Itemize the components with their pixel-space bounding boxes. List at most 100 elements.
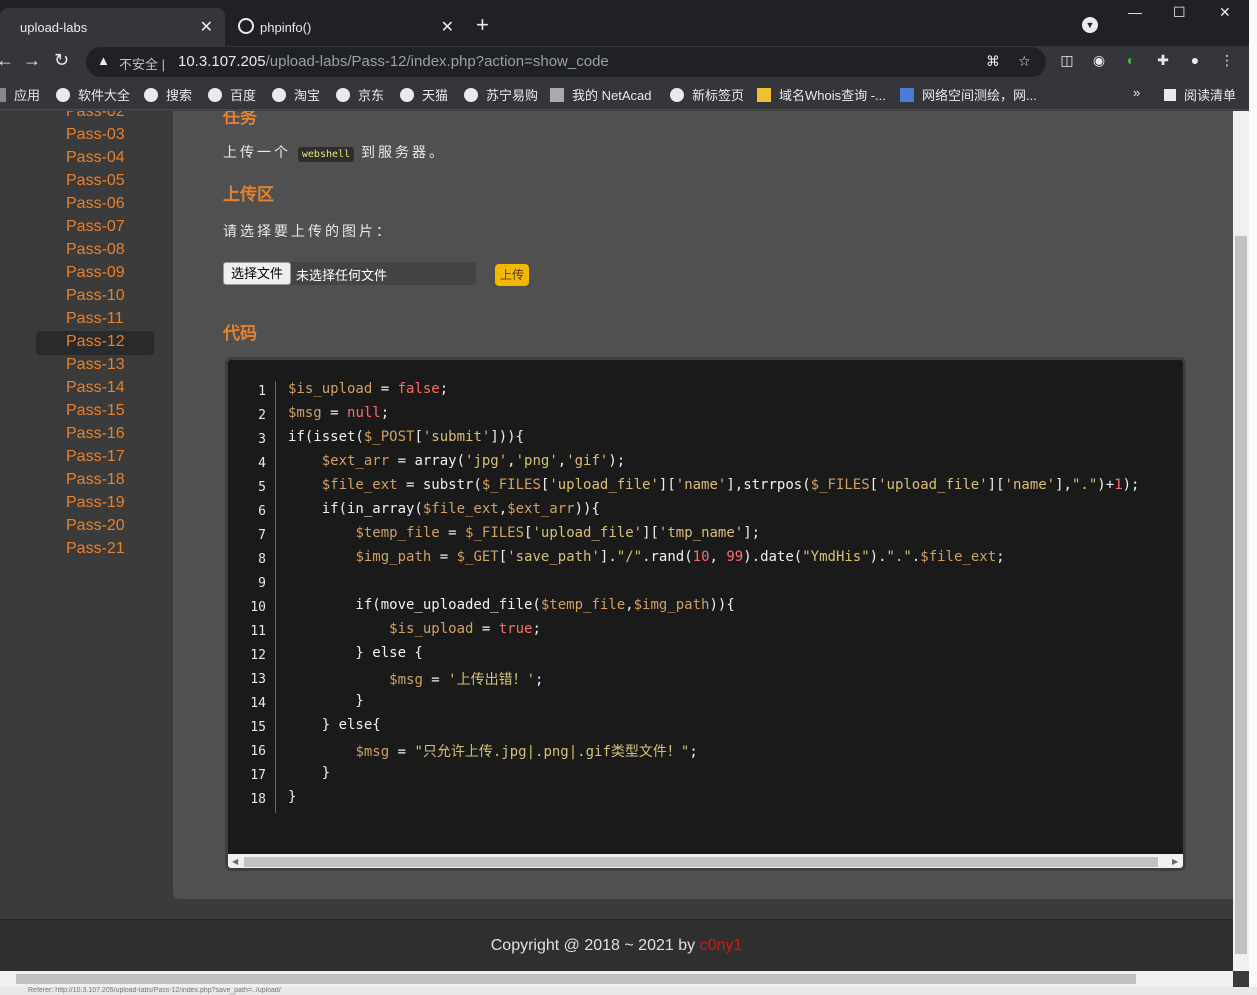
gutter-divider [275, 381, 276, 813]
tab-upload-labs[interactable]: upload-labs ✕ [0, 8, 225, 46]
globe-icon [144, 87, 158, 102]
choose-file-button[interactable]: 选择文件 [223, 262, 292, 285]
sidebar-item-pass-06[interactable]: Pass-06 [36, 193, 154, 217]
bookmark-item[interactable]: 天猫 [400, 85, 448, 104]
sidebar-item-pass-11[interactable]: Pass-11 [36, 308, 154, 332]
line-number: 16 [250, 744, 266, 759]
code-horizontal-scrollbar[interactable]: ◀ ▶ [228, 854, 1183, 868]
bookmark-item[interactable]: 百度 [208, 85, 256, 104]
tab-search-icon[interactable]: ▼ [1082, 17, 1098, 33]
author-link[interactable]: c0ny1 [700, 937, 743, 954]
url-text[interactable]: 10.3.107.205/upload-labs/Pass-12/index.p… [178, 53, 609, 70]
bookmark-item[interactable]: 域名Whois查询 -... [757, 85, 886, 104]
code-line: if(in_array($file_ext,$ext_arr)){ [288, 501, 600, 517]
code-line: $ext_arr = array('jpg','png','gif'); [321, 453, 626, 469]
bookmarks-more-button[interactable]: » [1133, 85, 1140, 100]
sidebar-item-pass-08[interactable]: Pass-08 [36, 239, 154, 263]
sidebar-item-pass-21[interactable]: Pass-21 [36, 538, 154, 562]
close-tab-icon[interactable]: ✕ [441, 17, 454, 37]
new-tab-button[interactable]: + [476, 12, 489, 38]
forward-icon[interactable]: → [23, 50, 41, 71]
sidebar-item-pass-15[interactable]: Pass-15 [36, 400, 154, 424]
globe-icon [272, 87, 286, 102]
scrollbar-thumb[interactable] [1235, 236, 1247, 954]
star-icon[interactable]: ☆ [1018, 53, 1031, 70]
separator: | [161, 57, 166, 72]
bookmark-item[interactable]: 搜索 [144, 85, 192, 104]
bookmark-label: 软件大全 [78, 88, 131, 103]
sidebar-item-pass-14[interactable]: Pass-14 [36, 377, 154, 401]
profile-icon[interactable]: ● [1186, 52, 1204, 70]
task-text-before: 上传一个 [223, 144, 291, 160]
bookmark-item[interactable]: 新标签页 [670, 85, 744, 104]
bookmark-item[interactable]: 淘宝 [272, 85, 320, 104]
scrollbar-thumb[interactable] [16, 974, 1136, 984]
bookmark-apps[interactable]: 应用 [0, 85, 40, 104]
bookmark-item[interactable]: 苏宁易购 [464, 85, 538, 104]
sidebar-item-pass-18[interactable]: Pass-18 [36, 469, 154, 493]
line-number: 13 [250, 672, 266, 687]
close-window-button[interactable]: ✕ [1219, 4, 1231, 21]
maximize-button[interactable]: ☐ [1173, 4, 1186, 21]
close-tab-icon[interactable]: ✕ [200, 17, 213, 37]
code-line: $temp_file = $_FILES['upload_file']['tmp… [355, 525, 761, 541]
extension-icon[interactable]: ◫ [1058, 52, 1076, 70]
globe-icon [336, 87, 350, 102]
sidebar-item-pass-10[interactable]: Pass-10 [36, 285, 154, 309]
globe-icon [238, 18, 254, 34]
extension-circle-icon[interactable]: ◉ [1090, 52, 1108, 70]
sidebar-item-pass-03[interactable]: Pass-03 [36, 124, 154, 148]
translate-icon[interactable]: ⌘ [986, 53, 1000, 70]
sidebar-item-pass-04[interactable]: Pass-04 [36, 147, 154, 171]
reading-list[interactable]: 阅读清单 [1164, 85, 1236, 104]
code-line: if(move_uploaded_file($temp_file,$img_pa… [288, 597, 735, 613]
netacad-icon [550, 87, 564, 102]
minimize-button[interactable]: — [1128, 4, 1142, 20]
tab-title: upload-labs [20, 19, 88, 35]
sidebar-item-pass-17[interactable]: Pass-17 [36, 446, 154, 470]
address-bar[interactable]: ▲ 不安全 | 10.3.107.205/upload-labs/Pass-12… [86, 47, 1046, 77]
page-vertical-scrollbar[interactable] [1233, 111, 1249, 971]
reload-icon[interactable]: ↻ [54, 50, 69, 71]
bookmark-item[interactable]: 我的 NetAcad [550, 85, 651, 104]
sidebar-item-pass-07[interactable]: Pass-07 [36, 216, 154, 240]
sidebar-item-pass-13[interactable]: Pass-13 [36, 354, 154, 378]
line-number: 15 [250, 720, 266, 735]
bookmark-label: 新标签页 [692, 88, 745, 103]
copyright-label: Copyright @ 2018 ~ 2021 by [490, 937, 700, 954]
scroll-left-icon[interactable]: ◀ [232, 857, 238, 866]
bookmark-label: 京东 [358, 88, 385, 103]
menu-icon[interactable]: ⋮ [1218, 52, 1236, 70]
tab-phpinfo[interactable]: phpinfo() ✕ [226, 8, 466, 46]
sidebar-item-pass-09[interactable]: Pass-09 [36, 262, 154, 286]
line-number: 6 [258, 504, 266, 519]
bookmark-item[interactable]: 网络空间测绘，网... [900, 85, 1037, 104]
page-horizontal-scrollbar[interactable] [0, 971, 1233, 987]
sidebar-item-pass-05[interactable]: Pass-05 [36, 170, 154, 194]
tab-bar: upload-labs ✕ phpinfo() ✕ + ▼ — ☐ ✕ [0, 0, 1257, 46]
sidebar-item-pass-12[interactable]: Pass-12 [36, 331, 154, 355]
file-input[interactable]: 选择文件 未选择任何文件 [223, 262, 476, 285]
bookmark-item[interactable]: 软件大全 [56, 85, 130, 104]
bookmark-item[interactable]: 京东 [336, 85, 384, 104]
bookmark-label: 淘宝 [294, 88, 321, 103]
upload-button[interactable]: 上传 [495, 264, 529, 286]
bookmark-label: 百度 [230, 88, 257, 103]
bookmark-label: 天猫 [422, 88, 449, 103]
code-line: $img_path = $_GET['save_path']."/".rand(… [355, 549, 1005, 565]
scroll-right-icon[interactable]: ▶ [1172, 857, 1178, 866]
puzzle-icon[interactable]: ✚ [1154, 52, 1172, 70]
extension-green-icon[interactable]: ◐ [1122, 52, 1140, 70]
warning-icon[interactable]: ▲ [97, 53, 110, 68]
code-line: } [288, 789, 297, 805]
line-number: 14 [250, 696, 266, 711]
whois-icon [757, 87, 771, 102]
sidebar-item-pass-16[interactable]: Pass-16 [36, 423, 154, 447]
code-line: } else{ [288, 717, 381, 733]
sidebar-item-pass-20[interactable]: Pass-20 [36, 515, 154, 539]
sidebar-item-pass-19[interactable]: Pass-19 [36, 492, 154, 516]
scrollbar-thumb[interactable] [244, 857, 1158, 867]
sidebar-item-pass-02[interactable]: Pass-02 [36, 111, 154, 125]
back-icon[interactable]: ← [0, 50, 14, 71]
line-number: 9 [258, 576, 266, 591]
